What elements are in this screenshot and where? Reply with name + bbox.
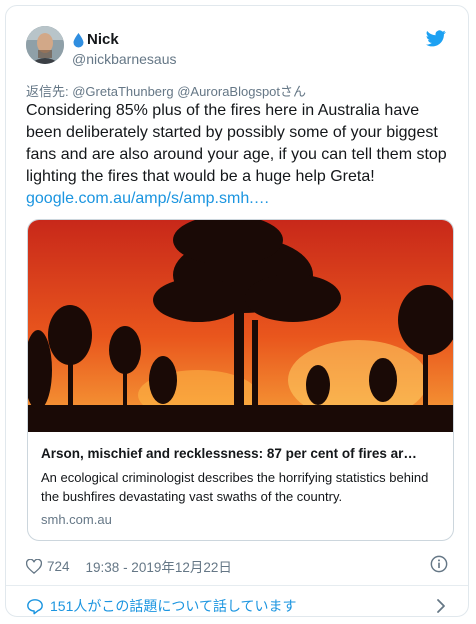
avatar[interactable] xyxy=(26,26,64,64)
divider xyxy=(6,585,468,586)
bushfire-image xyxy=(28,220,453,432)
link-card-domain: smh.com.au xyxy=(41,512,112,527)
tweet-body: Considering 85% plus of the fires here i… xyxy=(26,102,447,185)
timestamp[interactable]: 19:38 - 2019年12月22日 xyxy=(86,556,232,576)
chevron-right-icon[interactable] xyxy=(436,598,446,619)
user-name: Nick xyxy=(87,31,119,48)
twitter-bird-icon[interactable] xyxy=(426,30,446,52)
droplet-icon xyxy=(73,32,84,47)
conversation-link[interactable]: 151人がこの話題について話しています xyxy=(26,596,297,616)
tweet-text: Considering 85% plus of the fires here i… xyxy=(26,100,451,210)
link-preview-card[interactable]: Arson, mischief and recklessness: 87 per… xyxy=(27,219,454,541)
tweet-link[interactable]: google.com.au/amp/s/amp.smh.… xyxy=(26,190,270,207)
conversation-text: 151人がこの話題について話しています xyxy=(50,598,297,614)
tweet-meta: 724 19:38 - 2019年12月22日 xyxy=(26,556,232,576)
reply-mentions[interactable]: @GretaThunberg @AuroraBlogspot xyxy=(72,84,280,99)
user-handle[interactable]: @nickbarnesaus xyxy=(72,51,177,67)
link-card-description: An ecological criminologist describes th… xyxy=(41,470,429,504)
reply-to-line: 返信先: @GretaThunberg @AuroraBlogspotさん xyxy=(26,81,306,100)
speech-bubble-icon xyxy=(27,598,43,614)
heart-icon[interactable] xyxy=(26,558,42,574)
reply-suffix: さん xyxy=(280,84,307,99)
reply-prefix: 返信先: xyxy=(26,84,73,99)
tweet-embed-card: Nick @nickbarnesaus 返信先: @GretaThunberg … xyxy=(5,5,469,617)
display-name[interactable]: Nick xyxy=(72,31,119,48)
like-count[interactable]: 724 xyxy=(47,559,70,574)
link-card-title: Arson, mischief and recklessness: 87 per… xyxy=(41,446,417,461)
info-icon[interactable] xyxy=(430,555,448,578)
